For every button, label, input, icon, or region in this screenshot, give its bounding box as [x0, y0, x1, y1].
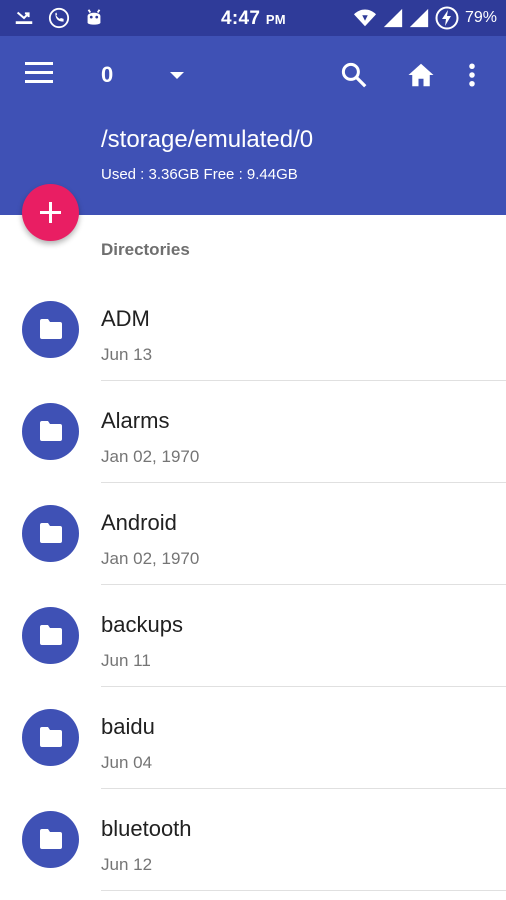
section-header-directories: Directories — [101, 240, 190, 259]
item-name: Android — [101, 510, 177, 535]
folder-icon — [22, 403, 79, 460]
storage-usage: Used : 3.36GB Free : 9.44GB — [101, 166, 298, 183]
folder-icon — [22, 505, 79, 562]
more-vert-icon[interactable] — [457, 60, 487, 90]
signal-icon-2 — [409, 8, 429, 28]
add-fab-button[interactable] — [22, 184, 79, 241]
divider — [101, 890, 506, 891]
directory-list: ADM Jun 13 Alarms Jan 02, 1970 Android J… — [0, 279, 506, 891]
android-debug-icon — [87, 9, 101, 25]
list-item[interactable]: Android Jan 02, 1970 — [0, 483, 506, 585]
item-name: bluetooth — [101, 816, 192, 841]
item-name: Alarms — [101, 408, 170, 433]
menu-icon[interactable] — [25, 62, 53, 86]
item-date: Jun 11 — [101, 651, 151, 670]
list-item[interactable]: bluetooth Jun 12 — [0, 789, 506, 891]
home-icon[interactable] — [406, 60, 436, 90]
item-date: Jun 13 — [101, 345, 153, 364]
missed-call-icon — [15, 11, 33, 24]
battery-percent: 79% — [464, 9, 497, 26]
list-item[interactable]: ADM Jun 13 — [0, 279, 506, 381]
item-date: Jan 02, 1970 — [101, 549, 200, 568]
signal-icon — [383, 8, 403, 28]
app-bar: 0 /storage/emulated/0 Used : 3.36GB Free… — [0, 36, 506, 215]
item-date: Jan 02, 1970 — [101, 447, 200, 466]
wifi-icon — [354, 9, 376, 27]
status-bar: 4:47 PM 79% — [0, 0, 506, 36]
item-name: baidu — [101, 714, 155, 739]
folder-icon — [22, 607, 79, 664]
call-icon — [48, 7, 70, 29]
list-item[interactable]: Alarms Jan 02, 1970 — [0, 381, 506, 483]
folder-icon — [22, 301, 79, 358]
folder-icon — [22, 709, 79, 766]
item-date: Jun 04 — [101, 753, 153, 772]
item-name: ADM — [101, 306, 150, 331]
list-item[interactable]: backups Jun 11 — [0, 585, 506, 687]
battery-charging-icon — [435, 6, 459, 30]
status-time: 4:47 PM — [221, 8, 286, 29]
item-date: Jun 12 — [101, 855, 153, 874]
current-path: /storage/emulated/0 — [101, 126, 314, 153]
tab-title[interactable]: 0 — [101, 62, 113, 88]
search-icon[interactable] — [339, 60, 369, 90]
chevron-down-icon[interactable] — [170, 72, 184, 79]
item-name: backups — [101, 612, 183, 637]
list-item[interactable]: baidu Jun 04 — [0, 687, 506, 789]
folder-icon — [22, 811, 79, 868]
